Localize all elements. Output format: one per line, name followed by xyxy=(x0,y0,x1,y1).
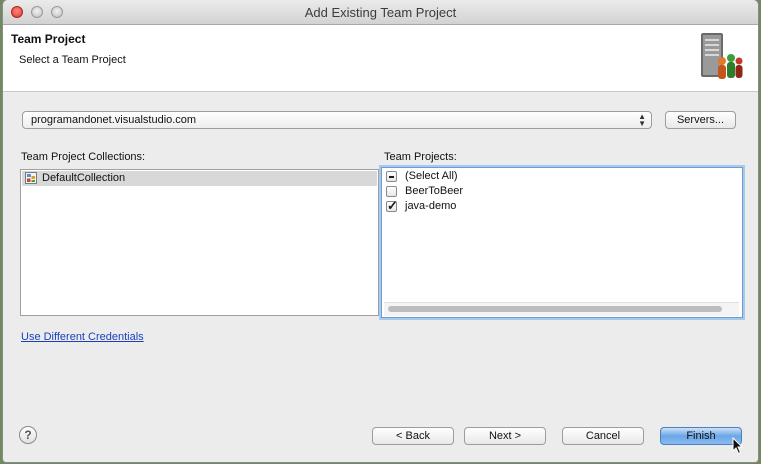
cancel-button[interactable]: Cancel xyxy=(562,427,644,445)
mouse-pointer-icon xyxy=(732,437,744,455)
page-title: Team Project xyxy=(11,32,86,46)
checkmark-icon: ✓ xyxy=(387,198,398,213)
dialog-window: Add Existing Team Project Team Project S… xyxy=(3,0,758,462)
use-different-credentials-link[interactable]: Use Different Credentials xyxy=(21,331,144,343)
finish-button[interactable]: Finish xyxy=(660,427,742,445)
horizontal-scrollbar[interactable] xyxy=(384,302,739,316)
page-subtitle: Select a Team Project xyxy=(19,54,126,66)
server-dropdown[interactable]: programandonet.visualstudio.com ▲ ▼ xyxy=(22,111,652,129)
project-label: BeerToBeer xyxy=(405,185,464,197)
back-button[interactable]: < Back xyxy=(372,427,454,445)
wizard-header: Team Project Select a Team Project xyxy=(3,25,758,92)
select-all-checkbox[interactable] xyxy=(386,171,397,182)
servers-button[interactable]: Servers... xyxy=(665,111,736,129)
collections-label: Team Project Collections: xyxy=(21,151,146,163)
next-button[interactable]: Next > xyxy=(464,427,546,445)
title-bar[interactable]: Add Existing Team Project xyxy=(3,0,758,25)
help-icon[interactable]: ? xyxy=(19,426,37,444)
select-all-label: (Select All) xyxy=(405,170,458,182)
beertobeer-checkbox[interactable] xyxy=(386,186,397,197)
updown-arrows-icon: ▲ ▼ xyxy=(638,112,646,128)
projects-list[interactable]: (Select All) BeerToBeer ✓ java-demo xyxy=(381,167,743,318)
window-title: Add Existing Team Project xyxy=(304,5,457,20)
project-label: java-demo xyxy=(405,200,457,212)
projects-label: Team Projects: xyxy=(384,151,457,163)
scrollbar-thumb[interactable] xyxy=(388,306,722,312)
collections-list[interactable]: DefaultCollection xyxy=(20,169,379,316)
server-dropdown-value: programandonet.visualstudio.com xyxy=(31,114,197,126)
list-item[interactable]: DefaultCollection xyxy=(22,171,377,186)
server-users-icon xyxy=(701,33,743,79)
collection-icon xyxy=(25,172,37,184)
java-demo-checkbox[interactable]: ✓ xyxy=(386,198,398,213)
collection-label: DefaultCollection xyxy=(42,172,126,184)
